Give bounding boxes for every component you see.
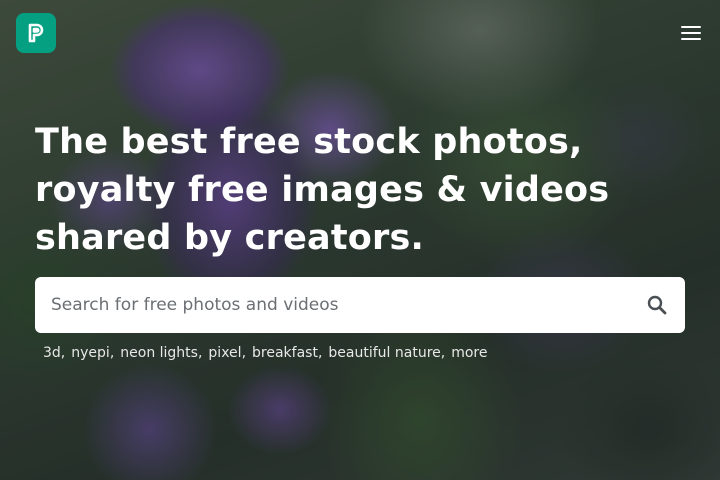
search-input[interactable] bbox=[51, 277, 631, 333]
suggestion-separator: , bbox=[317, 345, 323, 361]
suggestion-link[interactable]: neon lights bbox=[120, 345, 198, 361]
suggestion-separator: , bbox=[241, 345, 247, 361]
logo-link[interactable] bbox=[16, 13, 56, 53]
hamburger-menu-icon-bar bbox=[681, 32, 701, 34]
suggestion-link[interactable]: 3d bbox=[43, 345, 61, 361]
search-icon[interactable] bbox=[645, 293, 669, 317]
search-bar bbox=[35, 277, 685, 333]
hamburger-menu-icon-bar bbox=[681, 26, 701, 28]
suggestion-link[interactable]: beautiful nature bbox=[328, 345, 440, 361]
suggestion-link[interactable]: pixel bbox=[208, 345, 241, 361]
suggestion-separator: , bbox=[109, 345, 115, 361]
pexels-logo-icon bbox=[28, 23, 44, 43]
suggestion-link[interactable]: nyepi bbox=[71, 345, 110, 361]
top-navigation-bar bbox=[0, 0, 720, 66]
suggestion-separator: , bbox=[60, 345, 66, 361]
suggestion-link[interactable]: breakfast bbox=[252, 345, 318, 361]
menu-button[interactable] bbox=[678, 21, 704, 45]
suggestion-separator: , bbox=[197, 345, 203, 361]
search-suggestions: 3d, nyepi, neon lights, pixel, breakfast, bea… bbox=[43, 343, 683, 363]
hero-headline: The best free stock photos, royalty free… bbox=[35, 122, 610, 258]
suggestion-separator: , bbox=[440, 345, 446, 361]
hamburger-menu-icon-bar bbox=[681, 38, 701, 40]
more-suggestions-link[interactable]: more bbox=[451, 345, 487, 361]
